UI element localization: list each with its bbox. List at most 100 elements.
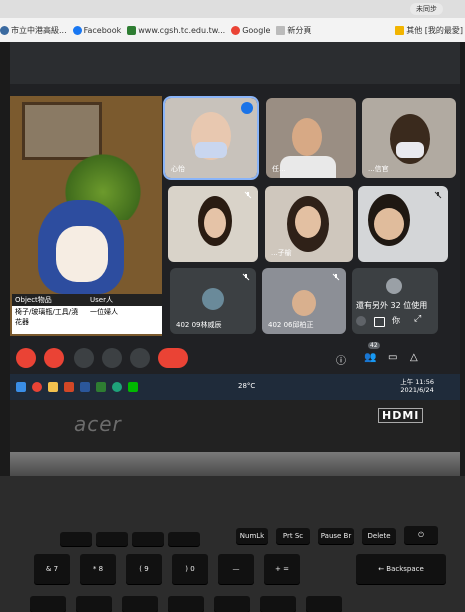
browser-top-bar: 未同步 [0, 0, 465, 18]
participant-face [292, 118, 322, 156]
mic-off-icon [434, 191, 442, 199]
app-icon[interactable] [96, 382, 106, 392]
file-explorer-icon[interactable] [48, 382, 58, 392]
page-icon [276, 25, 286, 35]
participant-name: ...信官 [368, 165, 389, 173]
key-row-q[interactable] [30, 596, 66, 612]
bookmark-cgsh[interactable]: www.cgsh.tc.edu.tw... [127, 25, 225, 35]
participant-tile[interactable]: 任... [266, 98, 356, 178]
edge-icon[interactable] [112, 382, 122, 392]
key-7[interactable]: & 7 [34, 554, 70, 584]
participant-name: 402 09林威辰 [176, 321, 222, 329]
participant-face-skin [295, 206, 321, 238]
people-icon[interactable]: 👥 [364, 352, 376, 363]
bookmarks-bar: 市立中港高級... Facebook www.cgsh.tc.edu.tw...… [0, 18, 465, 42]
clock-time: 上午 11:56 [400, 378, 434, 386]
key-equals[interactable]: + = [264, 554, 300, 584]
present-button[interactable] [102, 348, 122, 368]
key-row-u[interactable] [306, 596, 342, 612]
windows-start-icon[interactable] [16, 382, 26, 392]
key-f9[interactable] [60, 532, 92, 546]
screen-dark-band [10, 42, 460, 84]
participant-tile[interactable]: 心怡 [163, 96, 259, 180]
expand-icon[interactable]: ⤢ [414, 314, 421, 324]
participant-tile[interactable] [358, 186, 448, 262]
bookmark-google[interactable]: Google [231, 25, 270, 35]
weather-temp[interactable]: 28°C [238, 382, 255, 390]
participant-name: 402 06邱柏正 [268, 321, 314, 329]
participant-face [292, 290, 316, 316]
camera-toggle-button[interactable] [44, 348, 64, 368]
meet-controls: ⓘ 👥 42 ▭ △ [10, 342, 460, 374]
google-icon [231, 25, 241, 35]
others-count-label: 還有另外 32 位使用 [356, 301, 428, 310]
key-row-r[interactable] [168, 596, 204, 612]
participant-name: ...子榆 [271, 249, 292, 257]
school-icon [0, 25, 9, 35]
key-row-t[interactable] [214, 596, 250, 612]
bookmark-school[interactable]: 市立中港高級... [0, 25, 67, 36]
key-backspace[interactable]: ← Backspace [356, 554, 446, 584]
speaking-indicator [241, 102, 253, 114]
key-row-w[interactable] [76, 596, 112, 612]
participant-name: 任... [272, 165, 286, 173]
profile-chip[interactable]: 未同步 [410, 3, 443, 15]
taskbar-clock[interactable]: 上午 11:56 2021/6/24 [400, 378, 434, 394]
character-face [56, 226, 108, 282]
key-minus[interactable]: — [218, 554, 254, 584]
laptop-hinge [10, 452, 460, 476]
table-cell-user: 一位婦人 [90, 308, 118, 316]
participant-tile[interactable]: 402 06邱柏正 [262, 268, 346, 334]
windows-taskbar: 28°C 上午 11:56 2021/6/24 [10, 374, 460, 400]
key-power[interactable]: ⏻ [404, 526, 438, 544]
others-tile[interactable]: 還有另外 32 位使用 你 ⤢ [352, 268, 438, 334]
key-row-e[interactable] [122, 596, 158, 612]
raise-hand-button[interactable] [74, 348, 94, 368]
participant-tile[interactable]: ...信官 [362, 98, 456, 178]
participant-shirt [280, 156, 336, 178]
activities-icon[interactable]: △ [410, 352, 418, 363]
key-f11[interactable] [132, 532, 164, 546]
face-mask [396, 142, 424, 158]
avatar [386, 278, 402, 294]
table-header-object: Object物品 [15, 296, 52, 304]
key-pause[interactable]: Pause Br [318, 528, 354, 544]
key-row-y[interactable] [260, 596, 296, 612]
clock-date: 2021/6/24 [400, 386, 434, 394]
key-9[interactable]: ( 9 [126, 554, 162, 584]
key-f12[interactable] [168, 532, 200, 546]
participant-tile[interactable] [168, 186, 258, 262]
more-options-button[interactable] [130, 348, 150, 368]
word-icon[interactable] [80, 382, 90, 392]
mic-off-icon [242, 273, 250, 281]
participant-face-skin [374, 208, 404, 240]
participant-count-badge: 42 [368, 342, 380, 349]
bookmark-facebook[interactable]: Facebook [72, 25, 121, 35]
line-icon[interactable] [128, 382, 138, 392]
mic-toggle-button[interactable] [16, 348, 36, 368]
participant-face-skin [204, 208, 226, 238]
bookmark-other[interactable]: 其他 [我的最愛] [395, 25, 463, 36]
key-0[interactable]: ) 0 [172, 554, 208, 584]
table-header-user: User人 [90, 296, 113, 304]
brand-logo: acer [74, 412, 122, 436]
site-icon [127, 25, 137, 35]
key-delete[interactable]: Delete [362, 528, 396, 544]
key-f10[interactable] [96, 532, 128, 546]
leave-call-button[interactable] [158, 348, 188, 368]
key-8[interactable]: * 8 [80, 554, 116, 584]
key-f12-numlk[interactable]: NumLk [236, 528, 268, 544]
face-mask [195, 142, 227, 158]
powerpoint-icon[interactable] [64, 382, 74, 392]
table-cell-object: 椅子/玻璃瓶/工具/澆花器 [15, 308, 79, 326]
key-prtsc[interactable]: Prt Sc [276, 528, 310, 544]
facebook-icon [72, 25, 82, 35]
chrome-icon[interactable] [32, 382, 42, 392]
mic-off-icon [332, 273, 340, 281]
participant-tile[interactable]: ...子榆 [265, 186, 353, 262]
chat-icon[interactable]: ▭ [388, 352, 397, 363]
bookmark-new-tab[interactable]: 新分頁 [276, 25, 311, 36]
laptop-photo: 未同步 市立中港高級... Facebook www.cgsh.tc.edu.t… [0, 0, 465, 612]
info-icon[interactable]: ⓘ [336, 352, 346, 367]
participant-tile[interactable]: 402 09林威辰 [170, 268, 256, 334]
